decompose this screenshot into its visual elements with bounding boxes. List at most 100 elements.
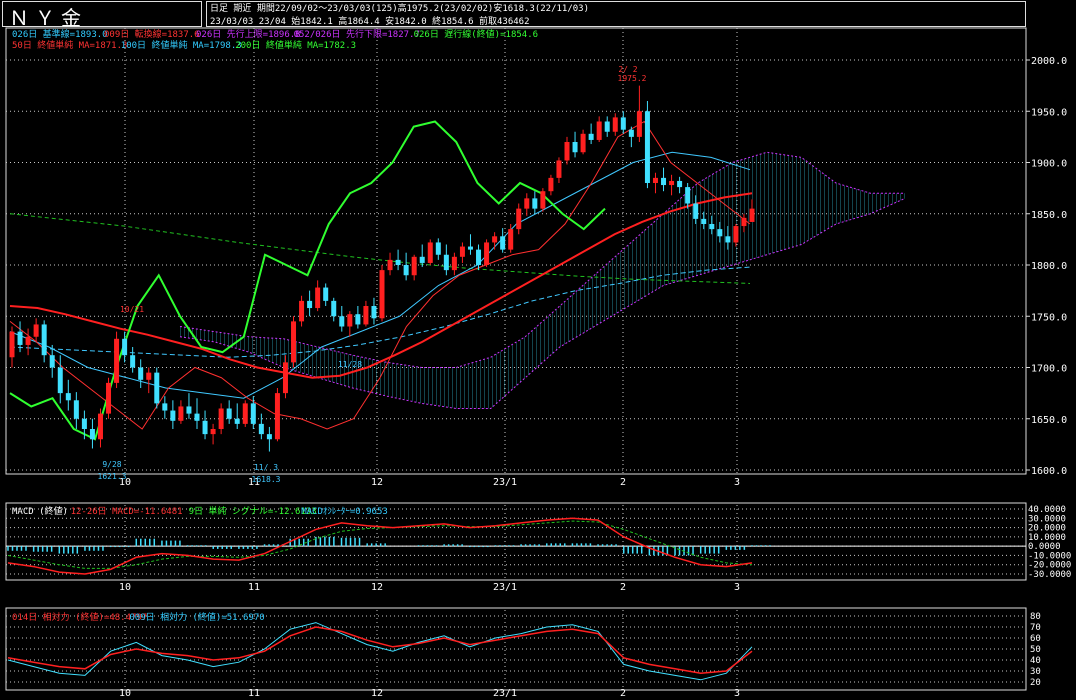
high-date-label: 2/ 2 (618, 65, 637, 74)
mark-1021-label: 10/21 (120, 305, 144, 314)
candle-body (741, 217, 747, 227)
candle-body (347, 314, 353, 327)
candle-body (636, 111, 642, 137)
candle-body (620, 117, 626, 130)
macd-legend-item: 9日 単純 シグナル=-12.6133 (189, 505, 317, 517)
x-axis-label-macd: 23/1 (493, 582, 517, 593)
legend-row1-item: 009日 転換線=1837.6 (104, 28, 200, 40)
legend-row1-item: 026日 先行上限=1896.8 (196, 28, 301, 40)
x-axis-label-main: 3 (734, 477, 740, 488)
candle-body (685, 187, 691, 204)
legend-row2-item: 100日 終値単純 MA=1798.3 (121, 39, 242, 51)
candle-body (476, 249, 482, 265)
legend-row1-item: 052/026日 先行下限=1827.7 (294, 28, 420, 40)
candle-body (65, 393, 71, 401)
rsi-axis-label: 30 (1030, 667, 1041, 677)
candle-body (331, 300, 337, 317)
legend-row1-item: 026日 遅行線(終値)=1854.6 (414, 28, 538, 40)
candle-body (733, 226, 739, 243)
candle-body (443, 254, 449, 271)
candle-body (363, 306, 369, 325)
rsi-axis-label: 20 (1030, 678, 1041, 688)
legend-row1-item: 026日 基準線=1893.0 (12, 28, 108, 40)
chart-canvas[interactable]: 2000.0 1950.0 1900.0 1850.0 1800.0 1750.0 1700… (0, 0, 1076, 700)
candle-body (395, 259, 401, 265)
price-tick-label: 1800.0 (1031, 261, 1067, 272)
candle-body (315, 287, 321, 309)
price-tick-label: 1700.0 (1031, 364, 1067, 375)
candle-body (580, 133, 586, 153)
rsi-legend-item: 009日 相対力 (終値)=51.6970 (129, 611, 264, 623)
x-axis-label-rsi: 11 (248, 688, 260, 699)
x-axis-label-main: 2 (620, 477, 626, 488)
candle-body (419, 256, 425, 263)
candle-body (492, 236, 498, 243)
candle-body (202, 420, 208, 435)
rsi-axis-label: 80 (1030, 612, 1041, 622)
candle-body (106, 382, 112, 414)
candle-body (652, 177, 658, 183)
candle-body (516, 208, 522, 230)
candle-body (532, 198, 538, 209)
candle-body (467, 246, 473, 250)
candle-body (596, 121, 602, 140)
candle-body (210, 429, 216, 435)
candle-body (556, 160, 562, 178)
candle-body (693, 203, 699, 219)
rsi14-line (7, 626, 753, 674)
high-value-label: 1975.2 (618, 74, 647, 83)
macd-legend-item: 12-26日 MACD=-11.6481 (71, 506, 183, 517)
price-tick-label: 1950.0 (1031, 107, 1067, 118)
candle-body (588, 133, 594, 140)
price-tick-label: 1650.0 (1031, 415, 1067, 426)
x-axis-label-macd: 11 (248, 582, 260, 593)
chart-window: ＮＹ金 日足 期近 期間22/09/02～23/03/03(125)高1975.… (0, 0, 1076, 700)
candle-body (387, 259, 393, 271)
candle-body (459, 246, 465, 257)
candle-body (451, 256, 457, 271)
candle-body (186, 406, 192, 414)
price-tick-label: 1900.0 (1031, 159, 1067, 170)
lagging-line (9, 120, 606, 441)
candle-body (379, 270, 385, 319)
x-axis-label-rsi: 10 (119, 688, 131, 699)
candle-body (709, 224, 715, 230)
rsi-axis-label: 70 (1030, 623, 1041, 633)
candle-body (25, 336, 31, 345)
x-axis-label-rsi: 2 (620, 688, 626, 699)
candle-body (9, 331, 15, 358)
legend-row2-item: 50日 終値単純 MA=1871.3 (12, 39, 127, 51)
candle-body (403, 265, 409, 276)
candle-body (114, 338, 120, 383)
rsi9-line (7, 622, 753, 681)
candle-body (644, 111, 650, 183)
candle-body (484, 242, 490, 265)
candle-body (411, 256, 417, 276)
candle-body (299, 300, 305, 322)
candle-body (122, 338, 128, 356)
candle-body (154, 372, 160, 404)
candle-body (234, 418, 240, 424)
candle-body (97, 413, 103, 440)
candle-body (194, 413, 200, 421)
candle-body (242, 403, 248, 424)
x-axis-label-macd: 3 (734, 582, 740, 593)
candle-body (291, 321, 297, 363)
rsi-legend-item: 014日 相対力 (終値)=48.4797 (12, 611, 147, 623)
x-axis-label-macd: 12 (371, 582, 383, 593)
candle-body (41, 324, 47, 356)
x-axis-label-rsi: 23/1 (493, 688, 517, 699)
candle-body (572, 142, 578, 153)
x-axis-label-macd: 2 (620, 582, 626, 593)
price-tick-label: 1850.0 (1031, 210, 1067, 221)
candle-body (162, 403, 168, 411)
macd-axis-label: -30.0000 (1028, 570, 1071, 580)
rsi-axis-label: 40 (1030, 656, 1041, 666)
candle-body (57, 367, 63, 394)
x-axis-label-macd: 10 (119, 582, 131, 593)
macd-legend-item: MACD (終値) (12, 505, 68, 517)
candle-body (500, 236, 506, 250)
candle-body (49, 355, 55, 368)
candle-body (701, 218, 707, 224)
candle-body (17, 331, 23, 345)
